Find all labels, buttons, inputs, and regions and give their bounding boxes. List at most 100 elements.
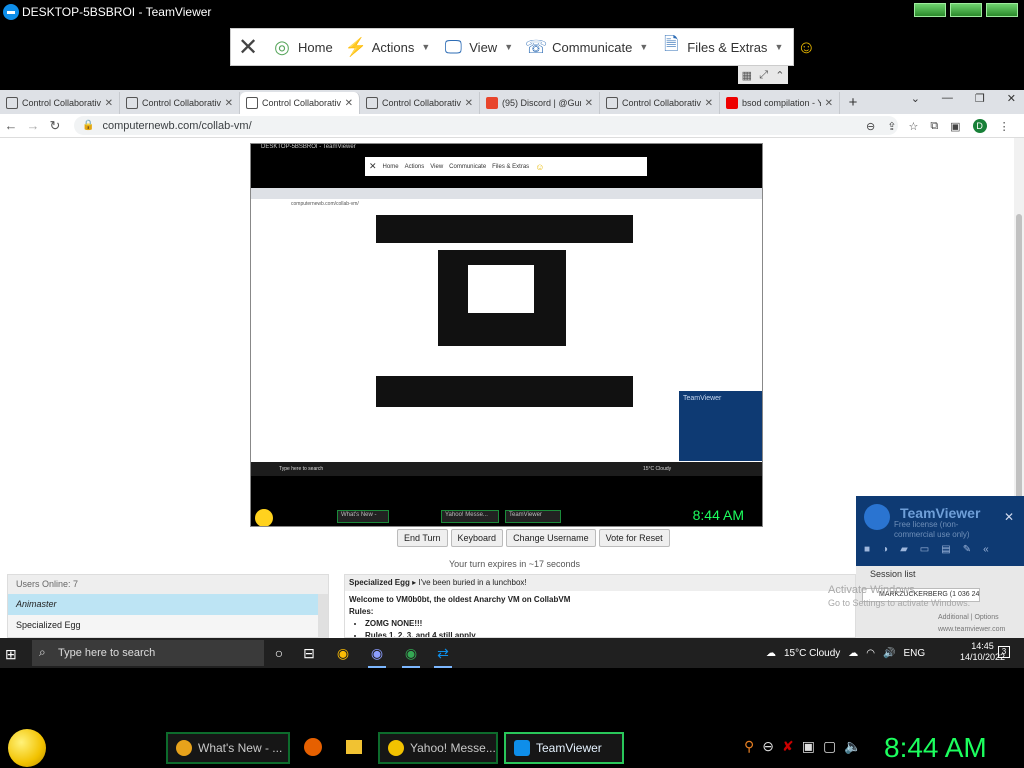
- task-teamviewer[interactable]: TeamViewer: [504, 732, 624, 764]
- url-input[interactable]: 🔒 computernewb.com/collab-vm/: [74, 116, 898, 135]
- tab-close-icon[interactable]: ✕: [585, 98, 593, 109]
- network-icon[interactable]: ▣: [802, 738, 815, 755]
- tab-close-icon[interactable]: ✕: [825, 98, 833, 109]
- wifi-icon[interactable]: ◠: [866, 648, 875, 659]
- task-view-icon[interactable]: ○: [268, 642, 290, 664]
- zoom-icon[interactable]: ⊖: [866, 120, 875, 133]
- firefox-icon[interactable]: [304, 738, 322, 756]
- vote-reset-button[interactable]: Vote for Reset: [598, 529, 670, 547]
- change-username-button[interactable]: Change Username: [506, 529, 596, 547]
- extensions-icon[interactable]: ⧉: [930, 120, 938, 133]
- close-session-button[interactable]: ✕: [237, 34, 259, 61]
- tab-search-icon[interactable]: ⌄: [911, 92, 920, 105]
- chrome-menu-icon[interactable]: ⋮: [999, 120, 1010, 133]
- reload-icon[interactable]: ↻: [44, 118, 66, 134]
- discord-app-icon[interactable]: ◉: [366, 642, 388, 668]
- profile-avatar[interactable]: D: [972, 119, 987, 133]
- tv-panel-close-icon[interactable]: ✕: [1004, 510, 1014, 524]
- close-button[interactable]: [986, 3, 1018, 17]
- widgets-icon[interactable]: ⊟: [298, 642, 320, 664]
- home-button[interactable]: ◎ Home: [271, 36, 333, 58]
- no-signal-icon[interactable]: ✘: [782, 738, 794, 755]
- language-indicator[interactable]: ENG: [903, 648, 925, 659]
- tab-close-icon[interactable]: ✕: [225, 98, 233, 109]
- browser-tab[interactable]: bsod compilation - Yo ✕: [720, 92, 840, 114]
- chrome-close-icon[interactable]: ✕: [1007, 92, 1016, 105]
- system-tray: ☁ 15°C Cloudy ☁ ◠ 🔊 ENG: [766, 640, 925, 666]
- users-scrollbar[interactable]: [318, 594, 328, 639]
- browser-tab[interactable]: Control Collaborative ✕: [0, 92, 120, 114]
- browser-tab[interactable]: Control Collaborative ✕: [120, 92, 240, 114]
- notification-badge[interactable]: 3: [998, 646, 1010, 658]
- tab-close-icon[interactable]: ✕: [105, 98, 113, 109]
- end-turn-button[interactable]: End Turn: [397, 529, 448, 547]
- actions-menu[interactable]: ⚡ Actions ▼: [344, 36, 430, 58]
- chrome-restore-icon[interactable]: ❐: [975, 92, 985, 105]
- files-icon: 🗎: [664, 34, 679, 54]
- bookmark-star-icon[interactable]: ☆: [908, 120, 918, 133]
- share-icon[interactable]: ⇪: [887, 120, 896, 133]
- tab-close-icon[interactable]: ✕: [705, 98, 713, 109]
- browser-tab[interactable]: Control Collaborative ✕: [600, 92, 720, 114]
- user-list-item[interactable]: Specialized Egg: [8, 615, 328, 636]
- pen-icon[interactable]: ✎: [963, 544, 971, 555]
- browser-tab[interactable]: (95) Discord | @Guna ✕: [480, 92, 600, 114]
- task-yahoo-messenger[interactable]: Yahoo! Messe...: [378, 732, 498, 764]
- fullscreen-icon[interactable]: ⤢: [759, 69, 768, 82]
- retro-clock: 8:44 AM: [884, 732, 987, 763]
- tab-favicon-icon: [126, 97, 138, 109]
- video-icon[interactable]: ■: [864, 544, 870, 555]
- tv-options-link[interactable]: Options: [974, 614, 998, 621]
- chat-rule: ZOMG NONE!!!: [365, 618, 851, 630]
- window-icon[interactable]: ▢: [823, 738, 836, 755]
- keyboard-button[interactable]: Keyboard: [450, 529, 504, 547]
- browser-tab[interactable]: Control Collaborative ✕: [360, 92, 480, 114]
- chat-rules-list: ZOMG NONE!!! Rules 1, 2, 3, and 4 still …: [365, 618, 851, 637]
- screen-icon[interactable]: ▭: [920, 544, 929, 555]
- minimize-button[interactable]: [914, 3, 946, 17]
- collapse-toolbar-icon[interactable]: ⌃: [775, 69, 784, 82]
- taskbar-search-box[interactable]: ⌕ Type here to search: [32, 640, 264, 666]
- search-icon[interactable]: ⚲: [744, 738, 754, 755]
- chrome-minimize-icon[interactable]: —: [942, 92, 953, 105]
- smiley-start-button[interactable]: [8, 729, 46, 767]
- minus-icon[interactable]: ⊖: [762, 738, 774, 755]
- users-online-panel: Users Online: 7 Animaster Specialized Eg…: [7, 574, 329, 639]
- chrome-profile-icon[interactable]: ◉: [400, 642, 422, 668]
- grid-icon[interactable]: ▦: [742, 69, 752, 82]
- teamviewer-taskbar-icon[interactable]: ⇄: [432, 642, 454, 668]
- chat-message: Specialized Egg ▸ I've been buried in a …: [345, 575, 855, 591]
- tab-close-icon[interactable]: ✕: [465, 98, 473, 109]
- collapse-icon[interactable]: «: [983, 544, 989, 555]
- turn-timer-text: Your turn expires in ~17 seconds: [449, 559, 581, 569]
- browser-tab-active[interactable]: Control Collaborative ✕: [240, 92, 360, 114]
- tv-additional-link[interactable]: Additional: [938, 614, 969, 621]
- new-tab-button[interactable]: +: [840, 94, 866, 114]
- volume-icon[interactable]: 🔊: [883, 648, 895, 659]
- onedrive-icon[interactable]: ☁: [848, 648, 858, 659]
- communicate-menu[interactable]: ☏ Communicate ▼: [525, 36, 648, 58]
- files-extras-menu[interactable]: 🗎 Files & Extras ▼: [660, 34, 783, 58]
- back-icon[interactable]: ←: [0, 118, 22, 133]
- vm-smiley-icon: ☺: [535, 161, 545, 172]
- side-panel-icon[interactable]: ▣: [950, 120, 960, 133]
- folder-icon[interactable]: [346, 740, 362, 754]
- files-icon[interactable]: ▤: [941, 544, 950, 555]
- view-menu[interactable]: 🖵 View ▼: [442, 36, 514, 58]
- windows-start-button[interactable]: ⊞: [5, 646, 25, 662]
- headset-icon[interactable]: ◑: [882, 544, 888, 555]
- feedback-button[interactable]: ☺: [795, 36, 817, 58]
- chat-icon[interactable]: ▰: [900, 544, 908, 555]
- tv-website-link[interactable]: www.teamviewer.com: [938, 626, 1005, 633]
- maximize-button[interactable]: [950, 3, 982, 17]
- view-label: View: [469, 39, 498, 55]
- forward-icon[interactable]: →: [22, 118, 44, 133]
- chrome-icon[interactable]: ◉: [332, 642, 354, 664]
- user-list-item[interactable]: Animaster: [8, 594, 328, 615]
- tab-close-icon[interactable]: ✕: [345, 98, 353, 109]
- teamviewer-icon: [514, 740, 530, 756]
- weather-text[interactable]: 15°C Cloudy: [784, 648, 840, 659]
- task-whats-new[interactable]: What's New - ...: [166, 732, 290, 764]
- speaker-icon[interactable]: 🔈: [844, 738, 861, 755]
- vm-screen[interactable]: DESKTOP-5BSBROI - TeamViewer ✕ Home Acti…: [250, 143, 763, 527]
